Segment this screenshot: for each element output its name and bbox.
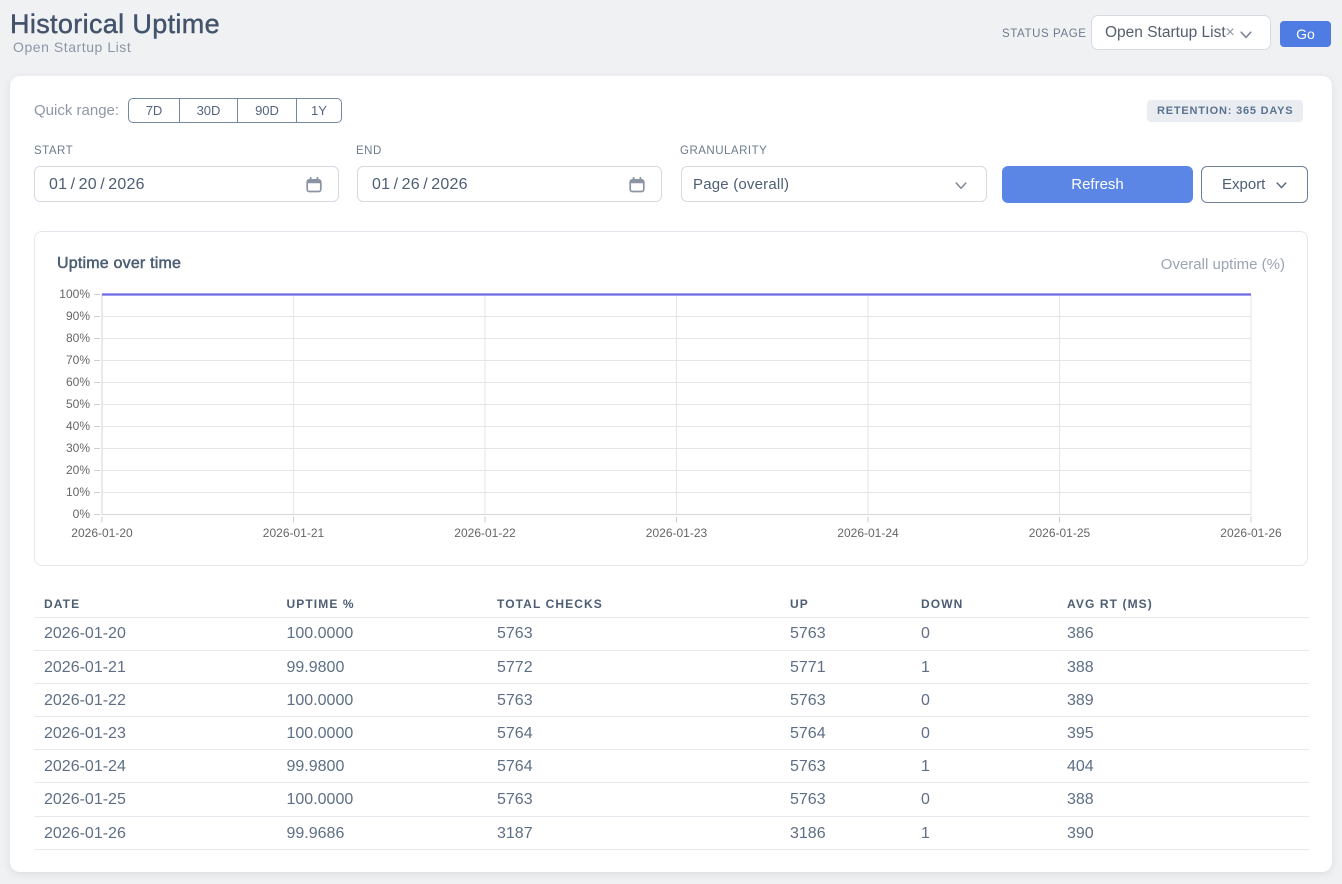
svg-text:2026-01-21: 2026-01-21	[263, 526, 325, 540]
svg-text:0%: 0%	[73, 507, 91, 521]
svg-text:80%: 80%	[66, 331, 90, 345]
svg-text:2026-01-26: 2026-01-26	[1220, 526, 1282, 540]
svg-text:20%: 20%	[66, 463, 90, 477]
svg-text:100%: 100%	[59, 287, 90, 301]
svg-text:2026-01-25: 2026-01-25	[1029, 526, 1091, 540]
svg-text:50%: 50%	[66, 397, 90, 411]
svg-text:90%: 90%	[66, 309, 90, 323]
svg-text:2026-01-22: 2026-01-22	[454, 526, 516, 540]
svg-text:60%: 60%	[66, 375, 90, 389]
svg-text:2026-01-24: 2026-01-24	[837, 526, 899, 540]
svg-text:40%: 40%	[66, 419, 90, 433]
svg-text:10%: 10%	[66, 485, 90, 499]
svg-text:2026-01-23: 2026-01-23	[646, 526, 708, 540]
svg-text:2026-01-20: 2026-01-20	[71, 526, 133, 540]
svg-text:30%: 30%	[66, 441, 90, 455]
svg-text:70%: 70%	[66, 353, 90, 367]
